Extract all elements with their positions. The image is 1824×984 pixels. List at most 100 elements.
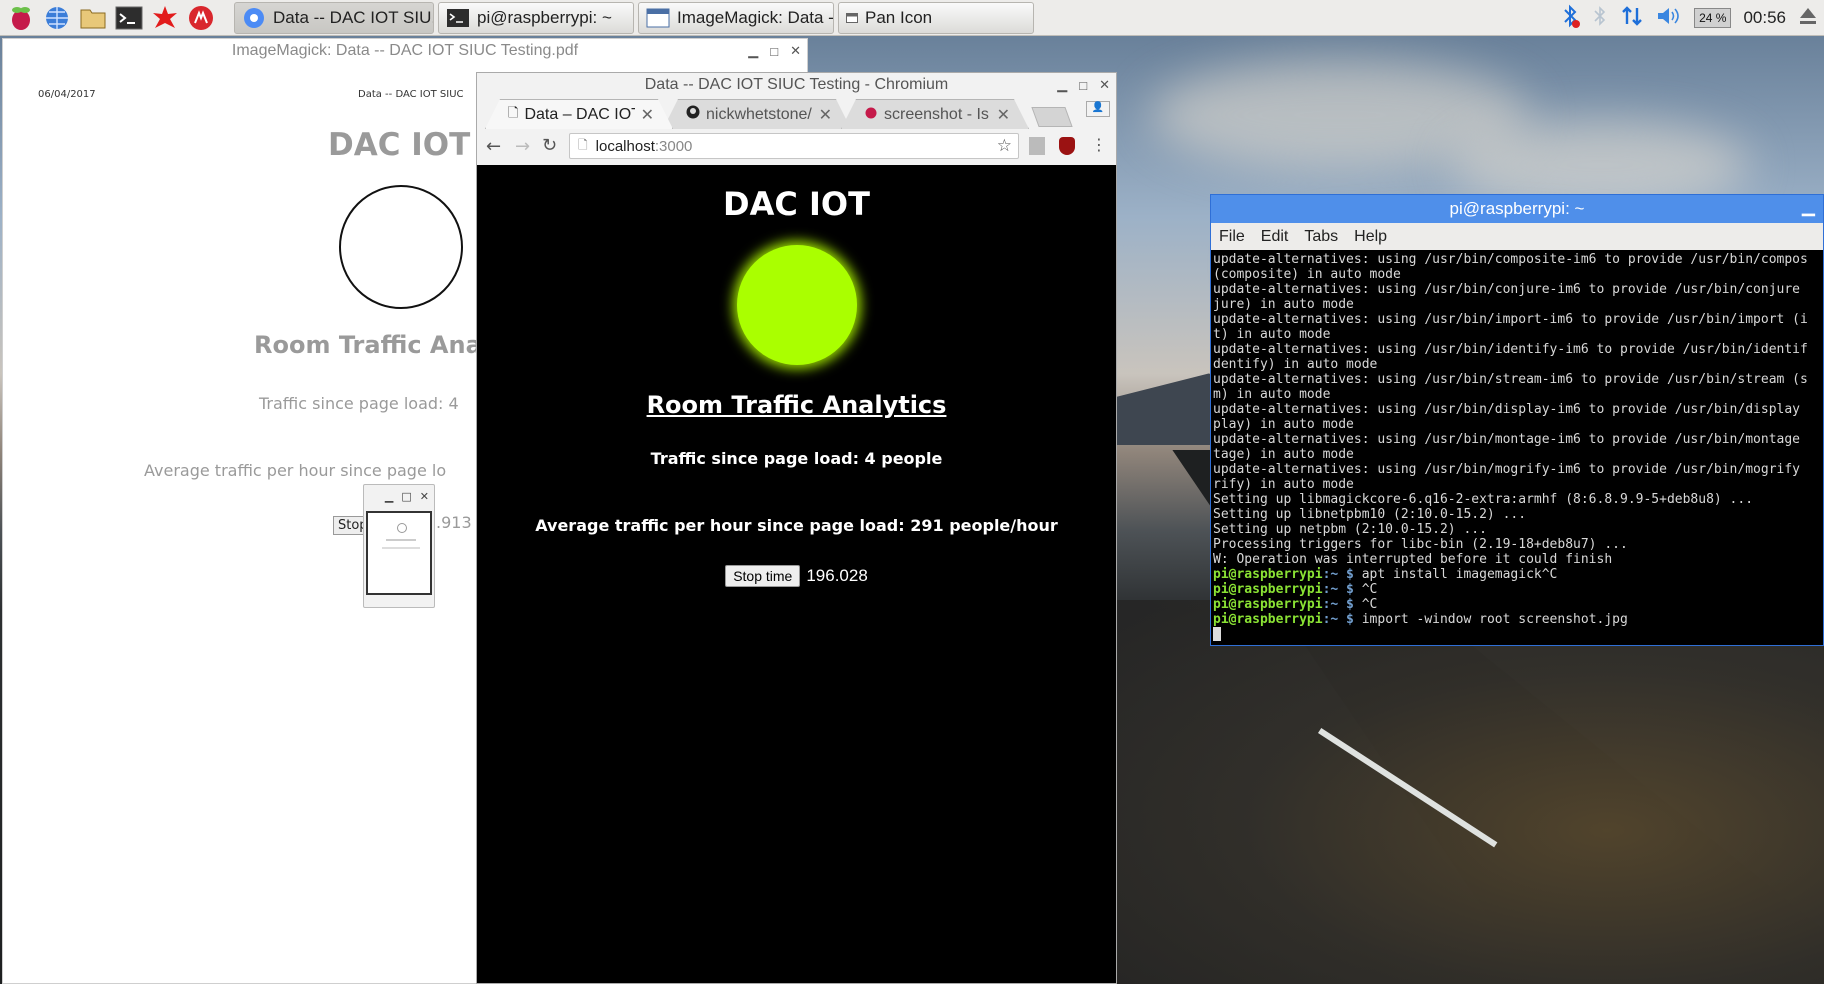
tab-data-dac-iot[interactable]: 🗋 Data – DAC IOT S ✕ (485, 99, 673, 129)
url-port: :3000 (654, 137, 693, 155)
eject-icon[interactable] (1798, 5, 1818, 32)
small-window-icon (845, 6, 859, 30)
menu-edit[interactable]: Edit (1261, 228, 1289, 246)
close-tab-icon[interactable]: ✕ (641, 105, 654, 125)
terminal-line: update-alternatives: using /usr/bin/comp… (1213, 252, 1808, 267)
menu-tabs[interactable]: Tabs (1304, 228, 1338, 246)
github-icon (686, 105, 700, 124)
taskbar-task-terminal[interactable]: pi@raspberrypi: ~ (438, 1, 634, 34)
prompt-user: pi@raspberrypi (1213, 597, 1323, 612)
terminal-titlebar[interactable]: pi@raspberrypi: ~ ▁ (1211, 195, 1823, 223)
terminal-output[interactable]: update-alternatives: using /usr/bin/comp… (1211, 250, 1823, 645)
window-title: pi@raspberrypi: ~ (1449, 199, 1585, 218)
address-bar[interactable]: 🗋 localhost:3000 ☆ (569, 133, 1019, 159)
chromium-titlebar[interactable]: Data -- DAC IOT SIUC Testing - Chromium … (477, 73, 1116, 97)
maximize-icon[interactable]: □ (401, 490, 411, 503)
terminal-line: update-alternatives: using /usr/bin/mont… (1213, 432, 1800, 447)
terminal-cursor (1213, 627, 1221, 641)
prompt-user: pi@raspberrypi (1213, 612, 1323, 627)
browser-chrome: Data -- DAC IOT SIUC Testing - Chromium … (477, 73, 1116, 165)
profile-icon[interactable]: 👤 (1086, 101, 1110, 117)
terminal-menubar: File Edit Tabs Help (1211, 223, 1823, 250)
terminal-line: update-alternatives: using /usr/bin/iden… (1213, 342, 1808, 357)
menu-help[interactable]: Help (1354, 228, 1387, 246)
ublock-icon[interactable] (1059, 137, 1075, 155)
maximize-icon[interactable]: □ (770, 44, 778, 59)
command-text: import -window root screenshot.jpg (1361, 612, 1628, 627)
menu-file[interactable]: File (1219, 228, 1245, 246)
tab-label: screenshot - Is th (884, 105, 991, 123)
pdf-indicator-circle (339, 185, 463, 309)
tab-strip: 🗋 Data – DAC IOT S ✕ nickwhetstone/D ✕ s… (485, 99, 1073, 129)
terminal-line: t) in auto mode (1213, 327, 1331, 342)
terminal-line: rify) in auto mode (1213, 477, 1354, 492)
close-tab-icon[interactable]: ✕ (819, 105, 832, 125)
url-host: localhost (595, 137, 655, 155)
pdf-avg-line: Average traffic per hour since page lo (144, 461, 447, 480)
clock[interactable]: 00:56 (1743, 8, 1786, 28)
tab-screenshot[interactable]: screenshot - Is th ✕ (841, 99, 1029, 129)
terminal-line: jure) in auto mode (1213, 297, 1354, 312)
page-heading: DAC IOT (723, 185, 870, 223)
tab-github[interactable]: nickwhetstone/D ✕ (663, 99, 851, 129)
terminal-line: tage) in auto mode (1213, 447, 1354, 462)
pdf-date: 06/04/2017 (38, 89, 96, 100)
prompt-path: :~ $ (1322, 582, 1362, 597)
page-icon: 🗋 (508, 104, 519, 120)
extension-icon[interactable] (1029, 137, 1045, 155)
taskbar-task-pan-icon[interactable]: Pan Icon (838, 1, 1034, 34)
menu-icon[interactable]: ⋮ (1091, 135, 1107, 154)
task-label: Data -- DAC IOT SIU... (273, 7, 434, 27)
maximize-icon[interactable]: □ (1079, 78, 1087, 93)
terminal-line: Setting up libmagickcore-6.q16-2-extra:a… (1213, 492, 1754, 507)
chromium-icon (241, 6, 267, 30)
timer-value: 196.028 (806, 566, 868, 585)
close-tab-icon[interactable]: ✕ (997, 105, 1010, 125)
bluetooth-icon[interactable] (1560, 3, 1581, 34)
minimize-icon[interactable]: ▁ (1802, 197, 1815, 217)
window-title: Data -- DAC IOT SIUC Testing - Chromium (644, 76, 949, 93)
new-tab-button[interactable] (1031, 107, 1073, 127)
bluetooth-off-icon[interactable] (1592, 4, 1608, 33)
minimize-icon[interactable]: ▁ (748, 43, 758, 59)
volume-icon[interactable] (1656, 5, 1682, 32)
terminal-line: m) in auto mode (1213, 387, 1331, 402)
terminal-line: Setting up libnetpbm10 (2:10.0-15.2) ... (1213, 507, 1527, 522)
reload-icon[interactable]: ↻ (542, 135, 557, 156)
terminal-icon[interactable] (114, 3, 144, 33)
network-icon[interactable] (1620, 4, 1644, 33)
terminal-line: play) in auto mode (1213, 417, 1354, 432)
imagemagick-titlebar[interactable]: ImageMagick: Data -- DAC IOT SIUC Testin… (3, 39, 807, 63)
task-label: ImageMagick: Data -... (677, 7, 834, 27)
prompt-user: pi@raspberrypi (1213, 567, 1323, 582)
raspberry-icon (864, 105, 878, 124)
pan-thumbnail[interactable] (366, 511, 432, 595)
window-icon (645, 6, 671, 30)
taskbar-task-chromium[interactable]: Data -- DAC IOT SIU... (234, 1, 434, 34)
raspberry-menu-icon[interactable] (6, 3, 36, 33)
command-text: ^C (1361, 597, 1378, 612)
forward-icon[interactable]: → (515, 136, 530, 157)
avg-traffic-line: Average traffic per hour since page load… (535, 516, 1058, 535)
task-label: pi@raspberrypi: ~ (477, 7, 612, 27)
taskbar-task-imagemagick[interactable]: ImageMagick: Data -... (638, 1, 834, 34)
minimize-icon[interactable]: ▁ (1057, 77, 1067, 93)
bookmark-star-icon[interactable]: ☆ (997, 136, 1012, 156)
stop-time-button[interactable]: Stop time (725, 565, 801, 587)
window-title: ImageMagick: Data -- DAC IOT SIUC Testin… (231, 42, 579, 59)
command-text: apt install imagemagick^C (1361, 567, 1558, 582)
math-icon[interactable] (150, 3, 180, 33)
terminal-line: Processing triggers for libc-bin (2.19-1… (1213, 537, 1628, 552)
tab-label: Data – DAC IOT S (524, 105, 634, 123)
file-manager-icon[interactable] (78, 3, 108, 33)
close-icon[interactable]: ✕ (420, 490, 429, 503)
pan-icon-window[interactable]: ▁ □ ✕ (363, 484, 435, 608)
page-icon: 🗋 (578, 137, 588, 152)
close-icon[interactable]: ✕ (790, 43, 801, 59)
minimize-icon[interactable]: ▁ (385, 490, 393, 503)
back-icon[interactable]: ← (486, 136, 501, 157)
close-icon[interactable]: ✕ (1099, 77, 1110, 93)
web-browser-icon[interactable] (42, 3, 72, 33)
prompt-path: :~ $ (1322, 597, 1362, 612)
wolfram-icon[interactable] (186, 3, 216, 33)
